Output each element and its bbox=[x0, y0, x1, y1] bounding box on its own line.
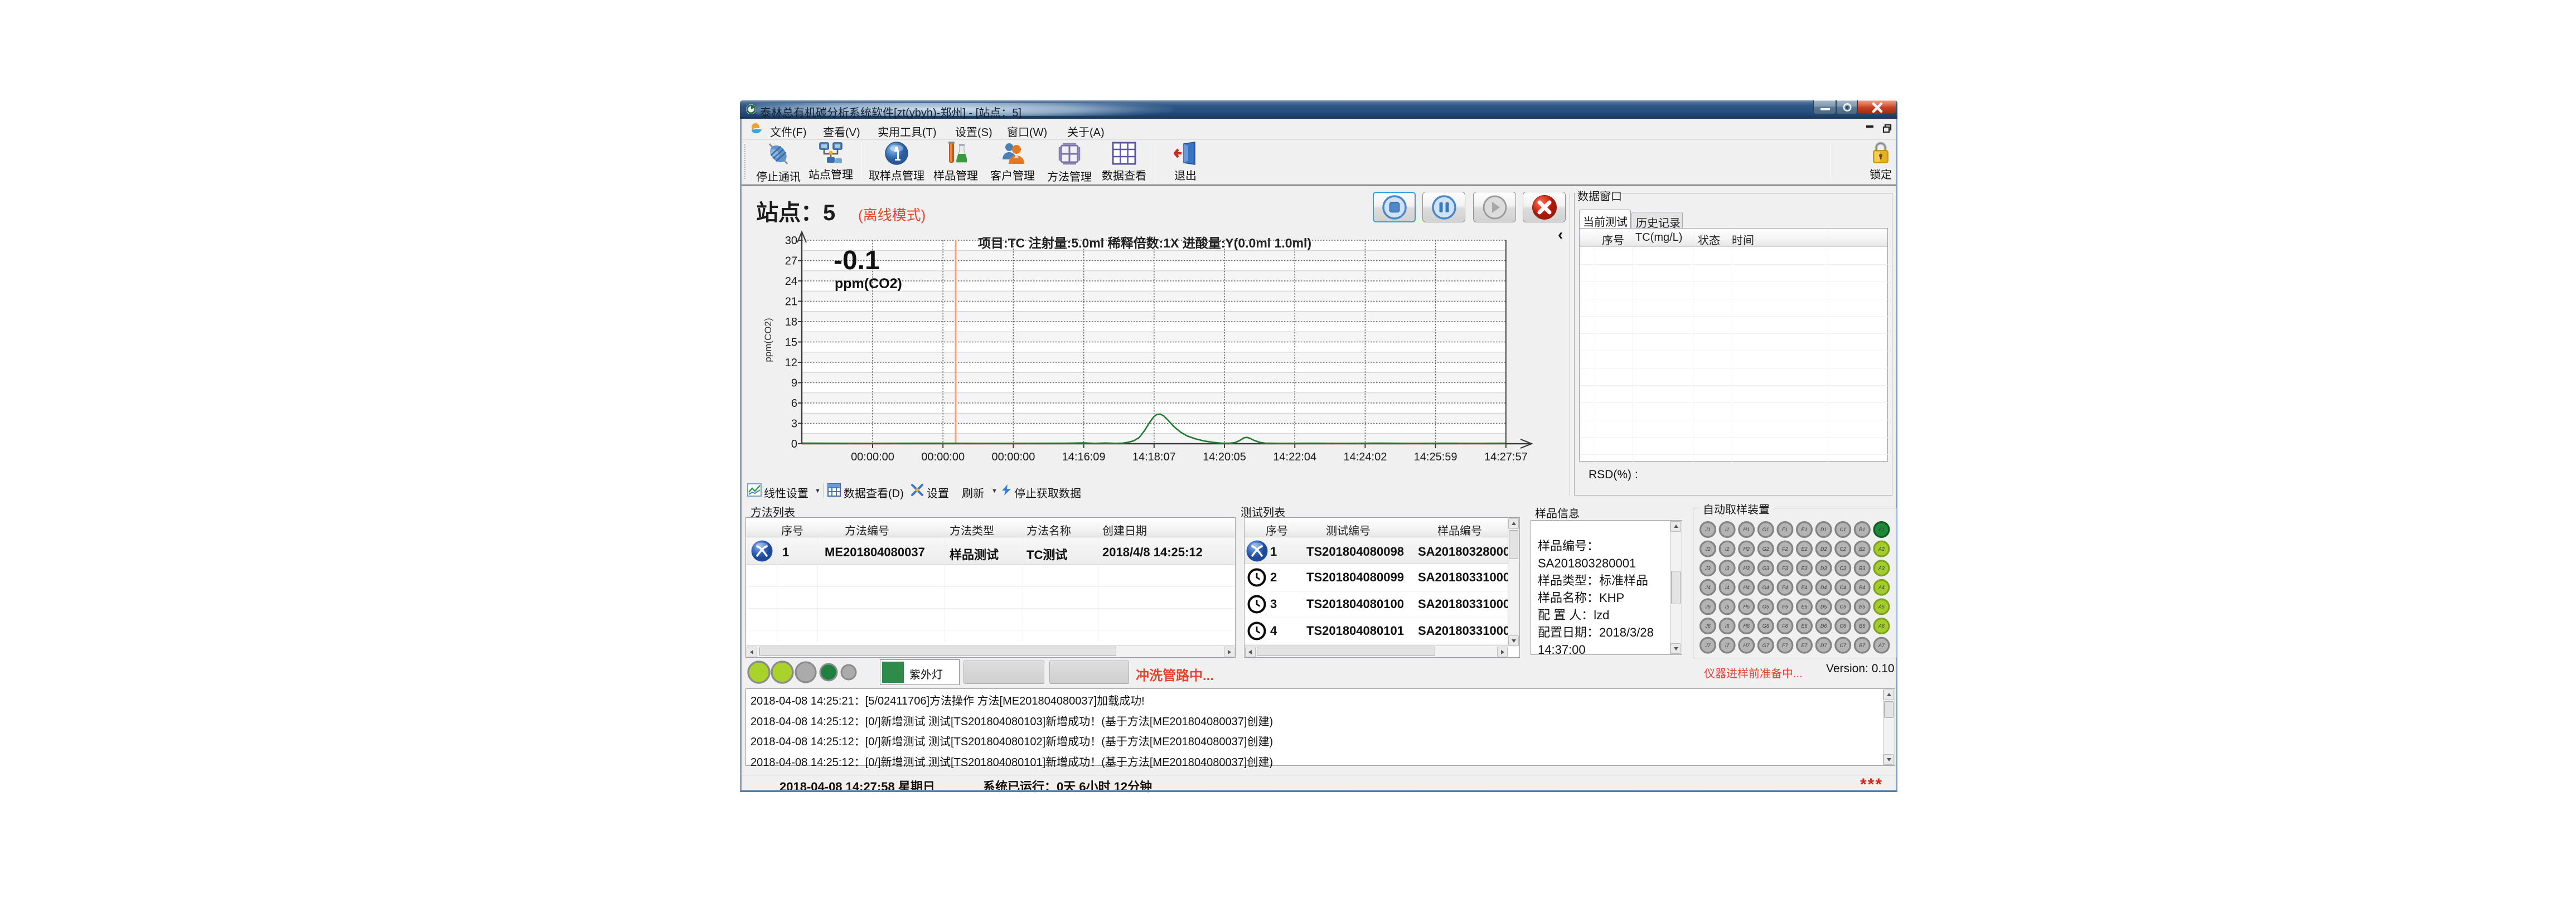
svg-text:H1: H1 bbox=[1743, 527, 1750, 532]
svg-text:A5: A5 bbox=[1878, 604, 1885, 610]
svg-text:14:25:59: 14:25:59 bbox=[1414, 451, 1458, 463]
svg-text:ppm(CO2): ppm(CO2) bbox=[835, 276, 902, 292]
svg-text:27: 27 bbox=[785, 255, 797, 268]
svg-text:J6: J6 bbox=[1705, 623, 1711, 629]
svg-text:G6: G6 bbox=[1762, 623, 1769, 629]
svg-text:E4: E4 bbox=[1801, 585, 1807, 590]
svg-text:E1: E1 bbox=[1801, 527, 1807, 532]
svg-text:G3: G3 bbox=[1762, 565, 1769, 571]
svg-text:C7: C7 bbox=[1839, 643, 1846, 648]
svg-text:J4: J4 bbox=[1705, 585, 1711, 590]
svg-text:I5: I5 bbox=[1725, 604, 1730, 610]
svg-text:H2: H2 bbox=[1743, 546, 1750, 552]
svg-text:3: 3 bbox=[791, 418, 797, 430]
svg-text:9: 9 bbox=[791, 377, 797, 390]
svg-text:E5: E5 bbox=[1801, 604, 1808, 610]
svg-text:C3: C3 bbox=[1839, 565, 1846, 571]
svg-text:J1: J1 bbox=[1705, 527, 1711, 532]
svg-text:B1: B1 bbox=[1859, 527, 1865, 532]
svg-text:14:16:09: 14:16:09 bbox=[1062, 451, 1106, 463]
svg-text:E6: E6 bbox=[1801, 623, 1807, 629]
svg-text:6: 6 bbox=[791, 397, 797, 410]
svg-text:C1: C1 bbox=[1839, 527, 1846, 532]
svg-text:C5: C5 bbox=[1839, 604, 1846, 610]
svg-text:B7: B7 bbox=[1859, 643, 1866, 648]
svg-text:ppm(CO2): ppm(CO2) bbox=[763, 318, 773, 362]
svg-text:21: 21 bbox=[785, 296, 797, 308]
svg-text:H6: H6 bbox=[1743, 623, 1750, 629]
svg-text:I7: I7 bbox=[1725, 643, 1730, 648]
svg-text:D5: D5 bbox=[1820, 604, 1827, 610]
svg-text:A1: A1 bbox=[1878, 527, 1885, 532]
svg-text:F2: F2 bbox=[1782, 546, 1788, 552]
svg-text:B5: B5 bbox=[1859, 604, 1866, 610]
svg-text:E3: E3 bbox=[1801, 565, 1807, 571]
svg-text:D3: D3 bbox=[1820, 565, 1827, 571]
svg-text:I4: I4 bbox=[1725, 585, 1730, 590]
svg-text:00:00:00: 00:00:00 bbox=[921, 451, 965, 463]
svg-text:B4: B4 bbox=[1859, 585, 1865, 590]
svg-text:E7: E7 bbox=[1801, 643, 1808, 648]
svg-text:J7: J7 bbox=[1705, 643, 1711, 648]
svg-text:H5: H5 bbox=[1743, 604, 1750, 610]
svg-text:14:20:05: 14:20:05 bbox=[1203, 451, 1246, 463]
svg-text:D2: D2 bbox=[1820, 546, 1827, 552]
svg-text:14:24:02: 14:24:02 bbox=[1343, 451, 1387, 463]
svg-text:14:18:07: 14:18:07 bbox=[1132, 451, 1176, 463]
svg-text:14:22:04: 14:22:04 bbox=[1273, 451, 1316, 463]
svg-text:H7: H7 bbox=[1743, 643, 1750, 648]
svg-text:项目:TC 注射量:5.0ml 稀释倍数:1X 进酸量:Y: 项目:TC 注射量:5.0ml 稀释倍数:1X 进酸量:Y(0.0ml 1.0m… bbox=[978, 236, 1311, 250]
svg-text:G5: G5 bbox=[1762, 604, 1770, 610]
svg-text:G7: G7 bbox=[1762, 643, 1770, 648]
svg-text:J2: J2 bbox=[1705, 546, 1711, 552]
svg-text:I1: I1 bbox=[1725, 527, 1730, 532]
svg-text:G4: G4 bbox=[1762, 585, 1769, 590]
svg-text:24: 24 bbox=[785, 275, 797, 288]
svg-text:C6: C6 bbox=[1839, 623, 1846, 629]
svg-text:D6: D6 bbox=[1820, 623, 1827, 629]
svg-text:12: 12 bbox=[785, 357, 797, 369]
svg-text:I2: I2 bbox=[1725, 546, 1730, 552]
svg-text:D7: D7 bbox=[1820, 643, 1827, 648]
svg-text:G2: G2 bbox=[1762, 546, 1769, 552]
svg-text:0: 0 bbox=[791, 438, 797, 450]
svg-text:A4: A4 bbox=[1878, 585, 1885, 590]
svg-text:I3: I3 bbox=[1725, 565, 1730, 571]
svg-text:B6: B6 bbox=[1859, 623, 1865, 629]
svg-text:J3: J3 bbox=[1705, 565, 1711, 571]
svg-text:I6: I6 bbox=[1725, 623, 1730, 629]
svg-text:F6: F6 bbox=[1782, 623, 1788, 629]
svg-text:A6: A6 bbox=[1878, 623, 1885, 629]
svg-text:F1: F1 bbox=[1782, 527, 1788, 532]
svg-text:A3: A3 bbox=[1878, 565, 1885, 571]
svg-text:E2: E2 bbox=[1801, 546, 1807, 552]
svg-text:C4: C4 bbox=[1839, 585, 1846, 590]
svg-text:00:00:00: 00:00:00 bbox=[991, 451, 1035, 463]
svg-text:D4: D4 bbox=[1820, 585, 1827, 590]
svg-text:G1: G1 bbox=[1762, 527, 1769, 532]
svg-text:14:27:57: 14:27:57 bbox=[1484, 451, 1528, 463]
svg-text:F5: F5 bbox=[1782, 604, 1788, 610]
svg-text:A7: A7 bbox=[1878, 643, 1885, 648]
svg-text:30: 30 bbox=[785, 235, 797, 247]
svg-text:C2: C2 bbox=[1839, 546, 1846, 552]
svg-text:18: 18 bbox=[785, 316, 797, 328]
svg-text:F4: F4 bbox=[1782, 585, 1788, 590]
svg-text:H4: H4 bbox=[1743, 585, 1750, 590]
svg-text:A2: A2 bbox=[1878, 546, 1885, 552]
svg-text:00:00:00: 00:00:00 bbox=[851, 451, 894, 463]
svg-text:B3: B3 bbox=[1859, 565, 1865, 571]
svg-text:J5: J5 bbox=[1705, 604, 1711, 610]
svg-text:B2: B2 bbox=[1859, 546, 1865, 552]
svg-text:F3: F3 bbox=[1782, 565, 1788, 571]
svg-text:F7: F7 bbox=[1782, 643, 1788, 648]
svg-text:H3: H3 bbox=[1743, 565, 1750, 571]
svg-text:D1: D1 bbox=[1820, 527, 1827, 532]
svg-text:15: 15 bbox=[785, 337, 797, 349]
svg-text:-0.1: -0.1 bbox=[834, 246, 880, 275]
